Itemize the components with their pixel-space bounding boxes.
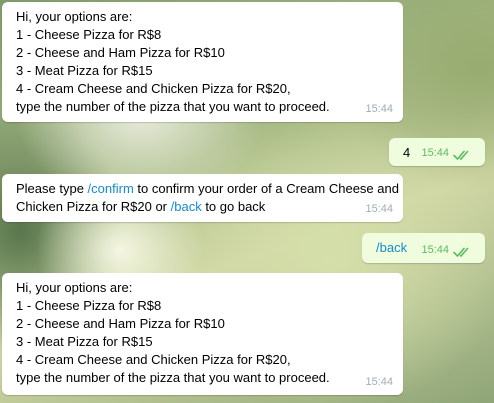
message-line: type the number of the pizza that you wa… bbox=[16, 370, 330, 385]
message-time: 15:44 bbox=[365, 103, 393, 115]
message-time: 15:44 bbox=[365, 203, 393, 215]
message-time: 15:44 bbox=[421, 244, 449, 256]
message-line: 1 - Cheese Pizza for R$8 bbox=[16, 27, 162, 42]
message-text: to go back bbox=[201, 199, 266, 214]
message-line: 2 - Cheese and Ham Pizza for R$10 bbox=[16, 316, 225, 331]
message-time: 15:44 bbox=[421, 147, 449, 159]
message-line: 2 - Cheese and Ham Pizza for R$10 bbox=[16, 45, 225, 60]
back-command-link[interactable]: /back bbox=[171, 199, 202, 214]
message-text: Please type bbox=[16, 181, 88, 196]
double-check-icon bbox=[453, 150, 469, 160]
message-time: 15:44 bbox=[365, 376, 393, 388]
message-line: Hi, your options are: bbox=[16, 9, 133, 24]
message-line: Chicken Pizza for R$20 or /back to go ba… bbox=[16, 198, 393, 216]
double-check-icon bbox=[453, 247, 469, 257]
incoming-message[interactable]: Hi, your options are: 1 - Cheese Pizza f… bbox=[2, 273, 403, 395]
message-line: 4 - Cream Cheese and Chicken Pizza for R… bbox=[16, 81, 291, 96]
incoming-message[interactable]: Hi, your options are: 1 - Cheese Pizza f… bbox=[2, 2, 403, 122]
message-line: 1 - Cheese Pizza for R$8 bbox=[16, 298, 162, 313]
message-line: 3 - Meat Pizza for R$15 bbox=[16, 334, 153, 349]
message-line: Please type /confirm to confirm your ord… bbox=[16, 180, 399, 198]
outgoing-message[interactable]: /back 15:44 bbox=[362, 233, 485, 263]
message-line: Hi, your options are: bbox=[16, 280, 133, 295]
outgoing-message[interactable]: 4 15:44 bbox=[389, 138, 485, 166]
message-line: 4 - Cream Cheese and Chicken Pizza for R… bbox=[16, 352, 291, 367]
message-line: 3 - Meat Pizza for R$15 bbox=[16, 63, 153, 78]
message-text: to confirm your order of a Cream Cheese … bbox=[133, 181, 399, 196]
incoming-message[interactable]: Please type /confirm to confirm your ord… bbox=[2, 174, 403, 222]
confirm-command-link[interactable]: /confirm bbox=[88, 181, 134, 196]
message-line: type the number of the pizza that you wa… bbox=[16, 99, 330, 114]
message-text: Chicken Pizza for R$20 or bbox=[16, 199, 171, 214]
